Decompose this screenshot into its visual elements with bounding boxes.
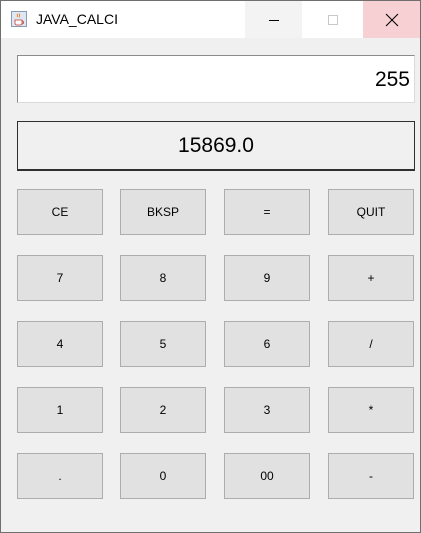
quit-button[interactable]: QUIT	[328, 189, 414, 235]
digit-1-button[interactable]: 1	[17, 387, 103, 433]
multiply-button[interactable]: *	[328, 387, 414, 433]
minimize-button[interactable]	[245, 1, 302, 38]
input-display-value: 255	[374, 68, 410, 91]
divide-button[interactable]: /	[328, 321, 414, 367]
close-button[interactable]	[363, 1, 420, 38]
window-title: JAVA_CALCI	[36, 11, 118, 27]
calculator-window: JAVA_CALCI 255 15869.0 CE BKSP = QUIT 7 …	[0, 0, 421, 533]
title-bar[interactable]: JAVA_CALCI	[1, 1, 420, 38]
digit-4-button[interactable]: 4	[17, 321, 103, 367]
digit-8-button[interactable]: 8	[120, 255, 206, 301]
double-zero-button[interactable]: 00	[224, 453, 310, 499]
minimize-icon	[268, 19, 279, 21]
equals-button[interactable]: =	[224, 189, 310, 235]
result-display-value: 15869.0	[178, 133, 254, 157]
add-button[interactable]: +	[328, 255, 414, 301]
maximize-icon	[327, 14, 338, 25]
maximize-button[interactable]	[304, 1, 361, 38]
java-cup-icon	[11, 11, 27, 27]
digit-6-button[interactable]: 6	[224, 321, 310, 367]
backspace-button[interactable]: BKSP	[120, 189, 206, 235]
subtract-button[interactable]: -	[328, 453, 414, 499]
clear-entry-button[interactable]: CE	[17, 189, 103, 235]
close-icon	[385, 13, 398, 26]
digit-5-button[interactable]: 5	[120, 321, 206, 367]
digit-2-button[interactable]: 2	[120, 387, 206, 433]
digit-9-button[interactable]: 9	[224, 255, 310, 301]
digit-3-button[interactable]: 3	[224, 387, 310, 433]
decimal-point-button[interactable]: .	[17, 453, 103, 499]
digit-7-button[interactable]: 7	[17, 255, 103, 301]
digit-0-button[interactable]: 0	[120, 453, 206, 499]
input-display-field[interactable]: 255	[17, 55, 415, 103]
result-display-field: 15869.0	[17, 121, 415, 171]
